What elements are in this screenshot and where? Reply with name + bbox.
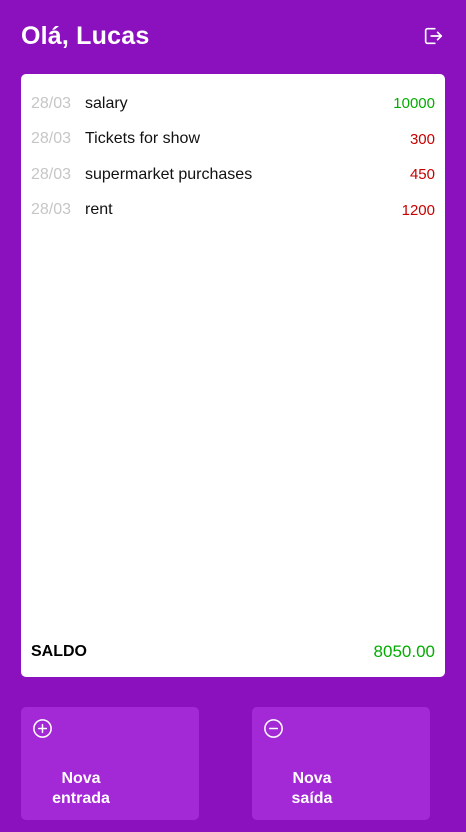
transaction-value: 1200 <box>401 201 435 219</box>
transaction-description: rent <box>85 201 113 219</box>
transaction-value: 300 <box>409 130 435 148</box>
new-exit-label-line2: saída <box>291 790 333 807</box>
new-exit-label: Nova saída <box>262 769 362 809</box>
transaction-description: salary <box>85 94 128 112</box>
logout-button[interactable] <box>421 24 445 48</box>
transaction-value: 450 <box>409 166 435 184</box>
minus-circle-icon <box>264 719 283 738</box>
page-title: Olá, Lucas <box>21 21 150 50</box>
transaction-row[interactable]: 28/03 supermarket purchases 450 <box>31 157 435 193</box>
new-exit-label-line1: Nova <box>292 770 332 787</box>
transaction-date: 28/03 <box>31 130 72 148</box>
new-entry-label-line1: Nova <box>61 770 101 787</box>
transaction-description: supermarket purchases <box>85 165 253 183</box>
new-exit-button[interactable]: Nova saída <box>252 707 430 820</box>
transaction-date: 28/03 <box>31 94 72 112</box>
transaction-row[interactable]: 28/03 salary 10000 <box>31 86 435 122</box>
balance-row: SALDO 8050.00 <box>31 642 435 662</box>
transaction-row[interactable]: 28/03 Tickets for show 300 <box>31 122 435 158</box>
transaction-row[interactable]: 28/03 rent 1200 <box>31 193 435 229</box>
new-entry-label: Nova entrada <box>31 769 131 809</box>
logout-icon <box>424 27 443 45</box>
plus-circle-icon <box>33 719 52 738</box>
transactions-list: 28/03 salary 10000 28/03 Tickets for sho… <box>31 86 435 228</box>
balance-label: SALDO <box>31 643 87 660</box>
new-entry-label-line2: entrada <box>52 790 110 807</box>
transaction-description: Tickets for show <box>85 130 200 148</box>
header: Olá, Lucas <box>21 20 445 52</box>
transaction-date: 28/03 <box>31 165 72 183</box>
transactions-card: 28/03 salary 10000 28/03 Tickets for sho… <box>21 74 445 677</box>
balance-value: 8050.00 <box>373 642 435 661</box>
transaction-value: 10000 <box>393 95 435 113</box>
new-entry-button[interactable]: Nova entrada <box>21 707 199 820</box>
transaction-date: 28/03 <box>31 201 72 219</box>
